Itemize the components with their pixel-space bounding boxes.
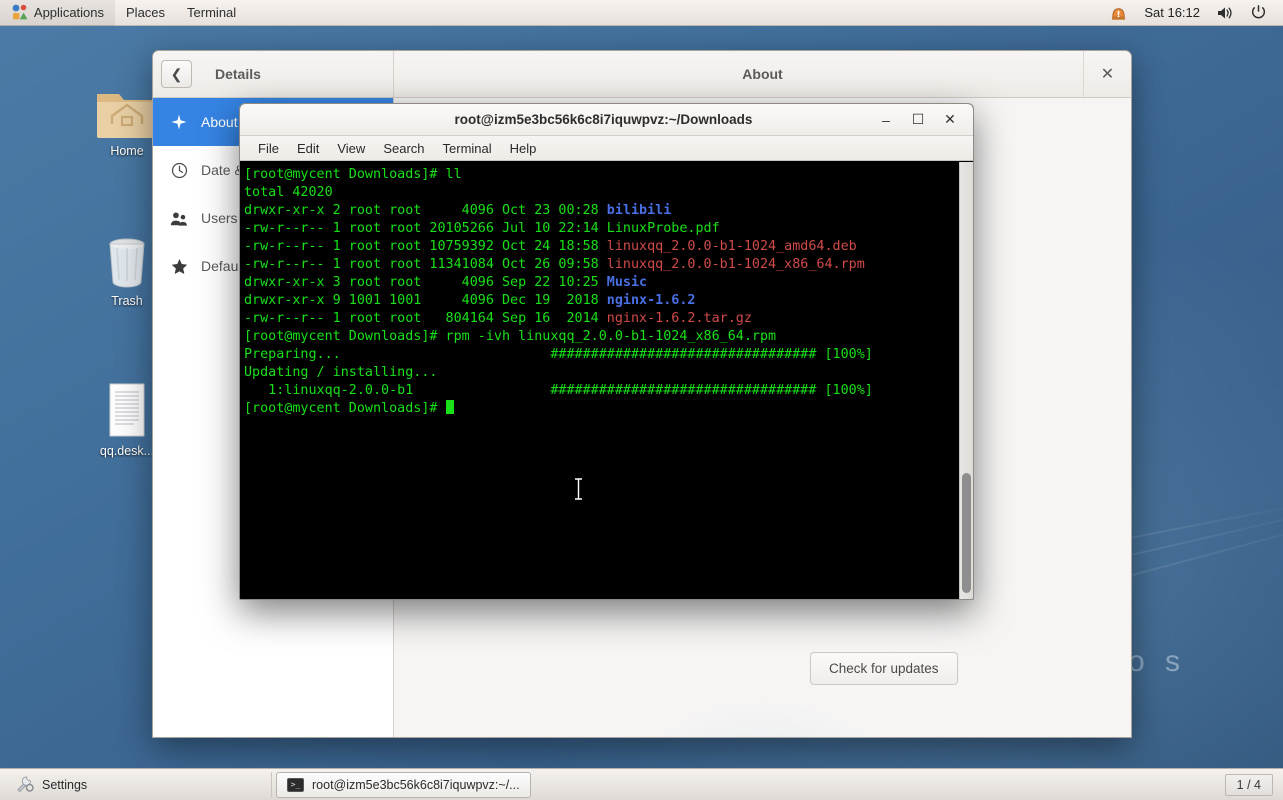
terminal-line: -rw-r--r-- 1 root root 11341084 Oct 26 0… — [244, 257, 865, 272]
terminal-scrollbar-thumb[interactable] — [962, 473, 971, 593]
terminal-line: -rw-r--r-- 1 root root 10759392 Oct 24 1… — [244, 239, 857, 254]
terminal-line: [root@mycent Downloads]# rpm -ivh linuxq… — [244, 329, 777, 344]
clock-icon — [170, 162, 188, 179]
wallpaper-text: o s — [1128, 645, 1187, 678]
menu-terminal[interactable]: Terminal — [434, 136, 501, 161]
bottom-panel: Settings >_ root@izm5e3bc56k6c8i7iquwpvz… — [0, 768, 1283, 800]
star-icon — [170, 258, 188, 275]
minimize-button[interactable]: – — [871, 107, 901, 133]
sparkle-icon — [170, 114, 188, 130]
menu-edit[interactable]: Edit — [288, 136, 328, 161]
page-title: About — [742, 66, 783, 82]
text-cursor-ibeam — [574, 478, 583, 500]
power-icon[interactable] — [1242, 0, 1275, 26]
sidebar-header-title: Details — [215, 66, 261, 82]
chevron-left-icon: ❮ — [170, 65, 183, 82]
terminal-line: [root@mycent Downloads]# ll — [244, 167, 462, 182]
top-panel: Applications Places Terminal Sat 16:12 — [0, 0, 1283, 26]
maximize-icon: ☐ — [911, 111, 925, 127]
clock[interactable]: Sat 16:12 — [1136, 0, 1208, 26]
terminal-line: drwxr-xr-x 9 1001 1001 4096 Dec 19 2018 … — [244, 293, 696, 308]
settings-wrench-icon — [15, 774, 34, 796]
menu-view[interactable]: View — [328, 136, 374, 161]
terminal-line: drwxr-xr-x 3 root root 4096 Sep 22 10:25… — [244, 275, 648, 290]
terminal-menubar: File Edit View Search Terminal Help — [240, 136, 973, 161]
close-button[interactable]: ✕ — [935, 107, 965, 133]
users-icon — [170, 210, 188, 227]
applications-icon — [11, 3, 29, 21]
terminal-window[interactable]: root@izm5e3bc56k6c8i7iquwpvz:~/Downloads… — [239, 103, 974, 600]
terminal-line: Preparing... ###########################… — [244, 347, 873, 362]
terminal-title: root@izm5e3bc56k6c8i7iquwpvz:~/Downloads — [454, 112, 753, 127]
terminal-line: drwxr-xr-x 2 root root 4096 Oct 23 00:28… — [244, 203, 672, 218]
taskbar-item-label: Settings — [42, 777, 88, 792]
sidebar-item-label: Users — [201, 210, 238, 226]
terminal-cursor — [445, 400, 454, 414]
terminal-line: -rw-r--r-- 1 root root 804164 Sep 16 201… — [244, 311, 752, 326]
menu-file[interactable]: File — [249, 136, 288, 161]
terminal-menu[interactable]: Terminal — [176, 0, 247, 26]
volume-icon[interactable] — [1208, 0, 1242, 26]
close-button[interactable]: ✕ — [1083, 51, 1131, 97]
taskbar-item-label: root@izm5e3bc56k6c8i7iquwpvz:~/... — [312, 777, 520, 792]
menu-help[interactable]: Help — [501, 136, 546, 161]
close-icon: ✕ — [1100, 66, 1115, 83]
minimize-icon: – — [882, 111, 890, 128]
maximize-button[interactable]: ☐ — [903, 107, 933, 133]
os-logo-watermark — [612, 698, 913, 737]
settings-content-header: About ✕ — [394, 51, 1131, 97]
terminal-line: Updating / installing... — [244, 365, 438, 380]
taskbar-item-terminal[interactable]: >_ root@izm5e3bc56k6c8i7iquwpvz:~/... — [276, 771, 531, 798]
close-icon: ✕ — [944, 111, 956, 127]
places-menu[interactable]: Places — [115, 0, 176, 26]
terminal-icon: >_ — [287, 777, 304, 792]
applications-menu[interactable]: Applications — [0, 0, 116, 26]
terminal-line: -rw-r--r-- 1 root root 20105266 Jul 10 2… — [244, 221, 720, 236]
taskbar-item-settings[interactable]: Settings — [4, 771, 272, 798]
alert-bell-icon[interactable] — [1101, 0, 1136, 26]
terminal-line: 1:linuxqq-2.0.0-b1 #####################… — [244, 383, 873, 398]
terminal-line: total 42020 — [244, 185, 333, 200]
sidebar-item-label: About — [201, 114, 238, 130]
terminal-titlebar[interactable]: root@izm5e3bc56k6c8i7iquwpvz:~/Downloads… — [240, 104, 973, 136]
applications-label: Applications — [33, 4, 105, 20]
menu-search[interactable]: Search — [374, 136, 433, 161]
check-for-updates-button[interactable]: Check for updates — [810, 652, 958, 685]
settings-titlebar: ❮ Details About ✕ — [153, 51, 1131, 98]
workspace-switcher[interactable]: 1 / 4 — [1224, 773, 1273, 796]
system-tray: Sat 16:12 — [1101, 0, 1283, 26]
settings-sidebar-header: ❮ Details — [153, 51, 394, 97]
back-button[interactable]: ❮ — [161, 60, 192, 88]
terminal-scrollbar[interactable] — [959, 162, 973, 599]
terminal-line: [root@mycent Downloads]# — [244, 400, 973, 418]
terminal-window-controls: – ☐ ✕ — [871, 107, 973, 133]
terminal-output: [root@mycent Downloads]# ll total 42020 dr… — [242, 166, 973, 418]
terminal-screen[interactable]: [root@mycent Downloads]# ll total 42020 dr… — [240, 162, 973, 599]
